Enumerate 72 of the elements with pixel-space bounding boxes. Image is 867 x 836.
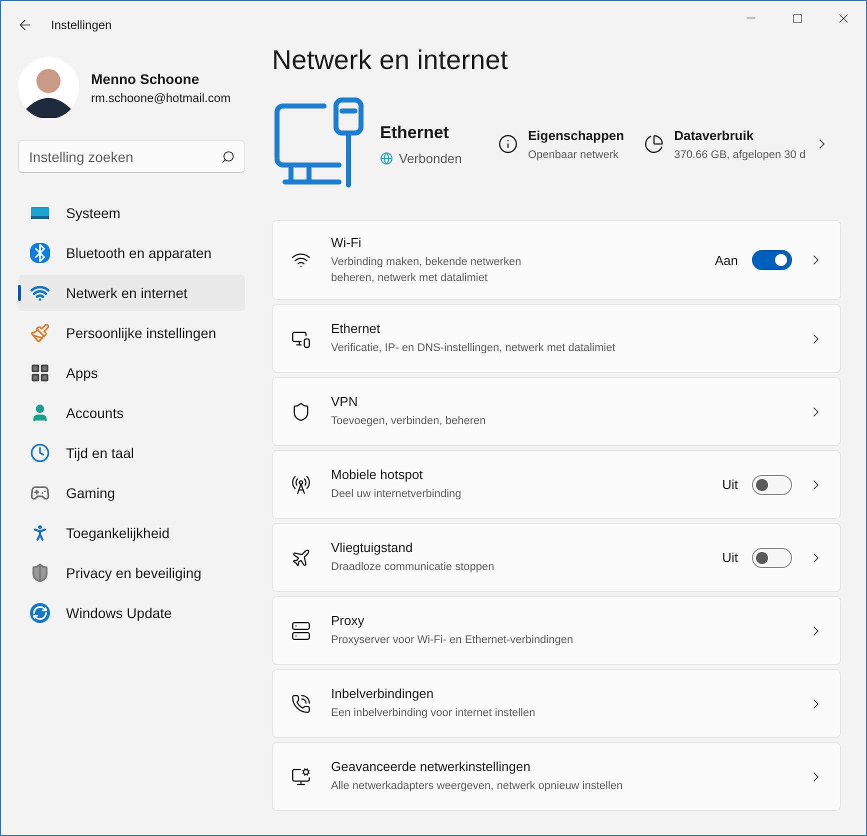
sidebar-item[interactable]: Systeem — [18, 195, 245, 231]
avatar — [18, 57, 79, 118]
maximize-icon[interactable] — [792, 12, 802, 24]
setting-title: Mobiele hotspot — [331, 467, 424, 482]
setting-title: Vliegtuigstand — [331, 540, 414, 555]
setting-description: Proxyserver voor Wi-Fi- en Ethernet-verbindingen — [331, 633, 574, 648]
sidebar-item[interactable]: Accounts — [18, 395, 245, 431]
settings-card[interactable]: Mobiele hotspot Deel uw internetverbinding Uit — [272, 450, 841, 519]
apps-icon — [30, 363, 50, 383]
setting-description: Verbinding maken, bekende netwerken beheren, netwerk met datalimiet — [331, 254, 522, 286]
setting-description: Alle netwerkadapters weergeven, netwerk opnieuw instellen — [331, 779, 624, 794]
shield-icon — [30, 563, 50, 583]
sidebar-item[interactable]: Tijd en taal — [18, 435, 245, 471]
phone-icon — [291, 694, 311, 714]
proxy-icon — [291, 620, 311, 640]
settings-card[interactable]: Wi-Fi Verbinding maken, bekende netwerken beheren, netwerk met datalimiet Aan — [272, 220, 841, 300]
sidebar-item[interactable]: Netwerk en internet — [18, 275, 245, 311]
back-icon[interactable] — [17, 17, 33, 33]
wifi-icon — [30, 283, 50, 303]
connection-status: Verbonden — [399, 150, 462, 166]
setting-title: Geavanceerde netwerkinstellingen — [331, 759, 532, 774]
shield-icon — [291, 402, 311, 422]
search-icon[interactable] — [221, 150, 235, 164]
settings-card[interactable]: Vliegtuigstand Draadloze communicatie stoppen Uit — [272, 523, 841, 592]
pie-chart-icon[interactable] — [644, 134, 664, 154]
data-usage-link[interactable]: Dataverbruik — [674, 128, 806, 142]
account-email: rm.schoone@hotmail.com — [91, 90, 231, 104]
toggle-switch[interactable] — [752, 250, 792, 270]
setting-title: Inbelverbindingen — [331, 686, 435, 701]
settings-card[interactable]: Geavanceerde netwerkinstellingen Alle netwerkadapters weergeven, netwerk opnieuw instellen — [272, 742, 841, 811]
sidebar-item[interactable]: Persoonlijke instellingen — [18, 315, 245, 351]
page-title: Netwerk en internet — [272, 45, 510, 76]
network-monitor-icon — [291, 766, 311, 786]
sidebar-item[interactable]: Toegankelijkheid — [18, 515, 245, 551]
setting-title: Wi-Fi — [331, 234, 362, 250]
sidebar-item[interactable]: Privacy en beveiliging — [18, 555, 245, 591]
account-name: Menno Schoone — [91, 70, 200, 86]
network-type: Openbaar netwerk — [528, 148, 620, 160]
setting-description: Toevoegen, verbinden, beheren — [331, 414, 487, 429]
bluetooth-icon — [30, 243, 50, 263]
setting-description: Draadloze communicatie stoppen — [331, 560, 496, 575]
ethernet-icon — [291, 328, 311, 348]
airplane-icon — [291, 548, 311, 568]
sidebar-item[interactable]: Apps — [18, 355, 245, 391]
sidebar-item[interactable]: Bluetooth en apparaten — [18, 235, 245, 271]
setting-title: Ethernet — [331, 321, 382, 336]
toggle-switch[interactable] — [752, 548, 792, 568]
data-usage-detail: 370.66 GB, afgelopen 30 d — [674, 148, 806, 160]
toggle-switch[interactable] — [752, 474, 792, 494]
globe-icon — [380, 152, 393, 164]
properties-link[interactable]: Eigenschappen — [528, 128, 624, 142]
paintbrush-icon — [30, 323, 50, 343]
search-field[interactable]: Instelling zoeken — [18, 140, 245, 173]
sidebar-item[interactable]: Windows Update — [18, 595, 245, 631]
settings-card[interactable]: Inbelverbindingen Een inbelverbinding voor internet instellen — [272, 669, 841, 738]
sidebar-item[interactable]: Gaming — [18, 475, 245, 511]
setting-description: Een inbelverbinding voor internet instellen — [331, 706, 536, 721]
connection-name: Ethernet — [380, 122, 450, 142]
toggle-state-label: Uit — [722, 477, 738, 492]
settings-card[interactable]: Proxy Proxyserver voor Wi-Fi- en Ethernet-verbindingen — [272, 596, 841, 665]
toggle-state-label: Uit — [722, 550, 738, 565]
window-title: Instellingen — [51, 18, 113, 32]
setting-description: Verificatie, IP- en DNS-instellingen, netwerk met datalimiet — [331, 341, 616, 356]
settings-card[interactable]: Ethernet Verificatie, IP- en DNS-instellingen, netwerk met datalimiet — [272, 304, 841, 373]
update-icon — [30, 603, 50, 623]
toggle-state-label: Aan — [714, 252, 738, 268]
hotspot-icon — [291, 474, 311, 494]
setting-description: Deel uw internetverbinding — [331, 487, 462, 502]
settings-card[interactable]: VPN Toevoegen, verbinden, beheren — [272, 377, 841, 446]
setting-title: Proxy — [331, 613, 366, 628]
setting-title: VPN — [331, 394, 359, 409]
info-icon[interactable] — [498, 134, 518, 154]
